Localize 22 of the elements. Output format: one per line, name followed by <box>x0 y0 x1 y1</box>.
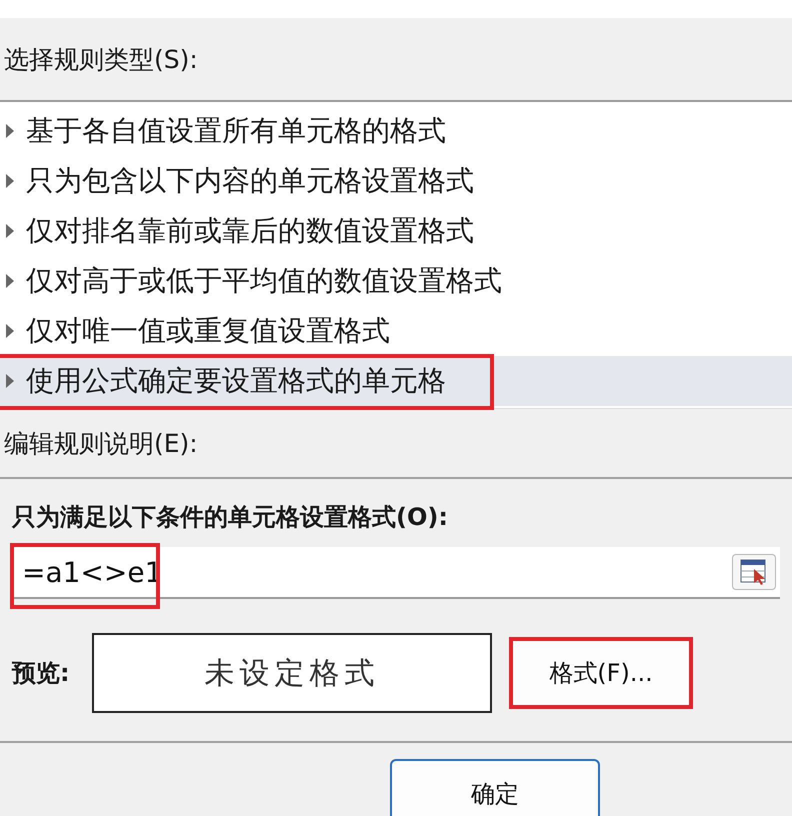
ok-button[interactable]: 确定 <box>390 759 600 816</box>
preview-box: 未设定格式 <box>92 633 492 713</box>
preview-label: 预览: <box>12 658 71 689</box>
range-select-button[interactable] <box>732 554 776 590</box>
triangle-icon <box>6 124 14 138</box>
section-label: 选择规则类型(S): <box>3 44 199 76</box>
rule-type-item[interactable]: 只为包含以下内容的单元格设置格式 <box>0 156 792 206</box>
triangle-icon <box>6 374 14 388</box>
grid-cursor-icon <box>740 559 768 585</box>
rule-type-item[interactable]: 基于各自值设置所有单元格的格式 <box>0 106 792 156</box>
triangle-icon <box>6 274 14 288</box>
triangle-icon <box>6 324 14 338</box>
formula-bar[interactable]: =a1<>e1 <box>12 547 780 599</box>
condition-label: 只为满足以下条件的单元格设置格式(O): <box>12 502 449 533</box>
section-label: 编辑规则说明(E): <box>3 428 199 460</box>
format-button[interactable]: 格式(F)... <box>512 640 690 706</box>
rule-type-item[interactable]: 仅对唯一值或重复值设置格式 <box>0 306 792 356</box>
triangle-icon <box>6 174 14 188</box>
rule-type-item[interactable]: 仅对高于或低于平均值的数值设置格式 <box>0 256 792 306</box>
triangle-icon <box>6 224 14 238</box>
formula-field[interactable]: =a1<>e1 <box>22 556 732 588</box>
rule-type-item[interactable]: 仅对排名靠前或靠后的数值设置格式 <box>0 206 792 256</box>
